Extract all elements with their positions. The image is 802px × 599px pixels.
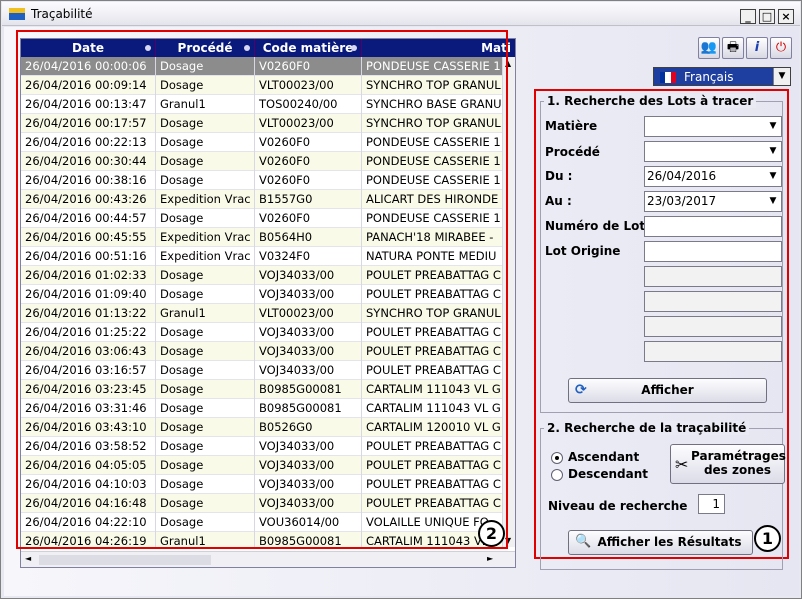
horizontal-scrollbar[interactable]: ◄ ►: [21, 551, 515, 567]
trace-legend: 2. Recherche de la traçabilité: [544, 421, 750, 435]
users-icon[interactable]: 👥: [698, 37, 720, 59]
window: Traçabilité _ □ × Date Procédé Code mati…: [0, 0, 802, 599]
matiere-combo[interactable]: ▼: [644, 116, 782, 137]
printer-icon[interactable]: 🖶: [722, 37, 744, 59]
tools-icon: ✂: [675, 455, 689, 474]
minimize-button[interactable]: _: [740, 9, 756, 24]
extra-input-4[interactable]: [644, 341, 782, 362]
level-label: Niveau de recherche: [548, 499, 688, 513]
zones-settings-button[interactable]: ✂ Paramétrages des zones: [670, 444, 786, 484]
lots-legend: 1. Recherche des Lots à tracer: [544, 94, 757, 108]
descendant-radio[interactable]: [551, 469, 563, 481]
annotation-badge-1: 1: [754, 525, 781, 552]
chevron-down-icon[interactable]: ▼: [765, 117, 781, 136]
date-to-field[interactable]: 23/03/2017 ▼: [644, 191, 782, 212]
french-flag-icon: [660, 72, 676, 83]
afficher-button[interactable]: ⟳ Afficher: [568, 378, 767, 403]
search-icon: 🔍: [575, 534, 592, 549]
highlight-box-grid: [16, 30, 508, 549]
label-numero-lot: Numéro de Lot: [545, 219, 646, 233]
refresh-icon: ⟳: [575, 382, 587, 398]
scroll-right-icon[interactable]: ►: [487, 554, 493, 563]
label-du: Du :: [545, 169, 573, 183]
extra-input-1[interactable]: [644, 266, 782, 287]
ascendant-label: Ascendant: [568, 450, 640, 464]
label-matiere: Matière: [545, 119, 598, 133]
level-input[interactable]: 1: [698, 494, 725, 514]
maximize-button[interactable]: □: [759, 9, 775, 24]
lot-number-input[interactable]: [644, 216, 782, 237]
chevron-down-icon[interactable]: ▼: [765, 142, 781, 161]
chevron-down-icon[interactable]: ▼: [765, 167, 781, 186]
app-icon: [9, 8, 25, 20]
label-procede: Procédé: [545, 145, 600, 159]
extra-input-2[interactable]: [644, 291, 782, 312]
chevron-down-icon[interactable]: ▼: [773, 68, 790, 85]
ascendant-radio[interactable]: [551, 452, 563, 464]
scroll-thumb[interactable]: [39, 555, 211, 565]
power-icon[interactable]: ⏻: [770, 37, 792, 59]
annotation-badge-2: 2: [478, 520, 505, 547]
lot-origin-input[interactable]: [644, 241, 782, 262]
label-lot-origine: Lot Origine: [545, 244, 621, 258]
close-button[interactable]: ×: [778, 9, 794, 24]
label-au: Au :: [545, 194, 572, 208]
extra-input-3[interactable]: [644, 316, 782, 337]
date-from-field[interactable]: 26/04/2016 ▼: [644, 166, 782, 187]
window-title: Traçabilité: [31, 7, 93, 21]
language-select[interactable]: Français ▼: [653, 67, 791, 86]
title-bar: Traçabilité _ □ ×: [2, 2, 800, 26]
descendant-label: Descendant: [568, 467, 649, 481]
scroll-left-icon[interactable]: ◄: [25, 554, 31, 563]
show-results-button[interactable]: 🔍 Afficher les Résultats: [568, 530, 753, 555]
language-label: Français: [684, 70, 734, 84]
chevron-down-icon[interactable]: ▼: [765, 192, 781, 211]
procede-combo[interactable]: ▼: [644, 141, 782, 162]
info-icon[interactable]: i: [746, 37, 768, 59]
